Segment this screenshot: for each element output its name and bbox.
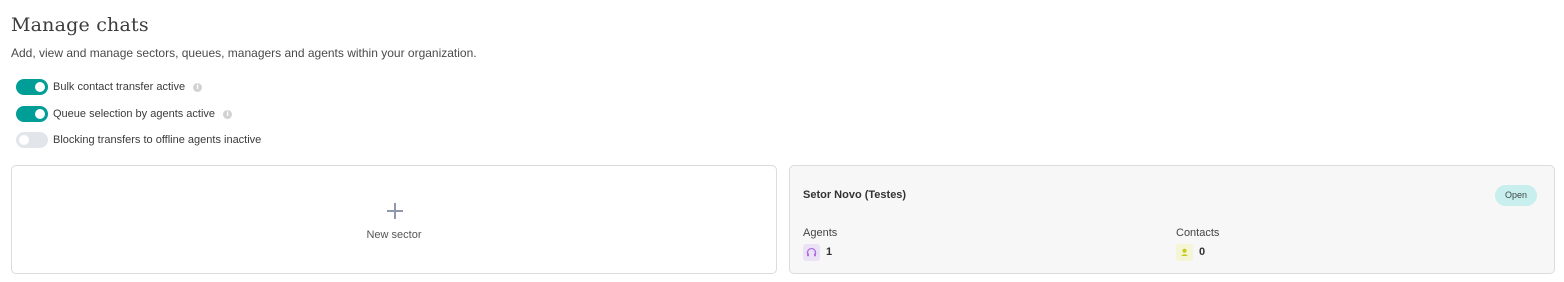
new-sector-button[interactable]: New sector xyxy=(11,165,777,274)
page-subtitle: Add, view and manage sectors, queues, ma… xyxy=(11,46,477,60)
setting-queue-selection: Queue selection by agents active i xyxy=(16,106,233,122)
contacts-count: 0 xyxy=(1199,246,1206,258)
queue-selection-label: Queue selection by agents active xyxy=(53,108,216,120)
bulk-contact-transfer-toggle[interactable] xyxy=(16,79,48,95)
toggle-knob xyxy=(35,82,45,92)
page-title: Manage chats xyxy=(11,14,149,36)
agents-count: 1 xyxy=(826,246,833,258)
agents-label: Agents xyxy=(803,227,838,239)
info-icon[interactable]: i xyxy=(223,109,233,119)
plus-icon xyxy=(387,203,403,219)
headset-icon xyxy=(803,244,820,261)
info-icon[interactable]: i xyxy=(193,82,203,92)
status-badge: Open xyxy=(1495,185,1537,206)
queue-selection-toggle[interactable] xyxy=(16,106,48,122)
contacts-label: Contacts xyxy=(1176,227,1220,239)
new-sector-label: New sector xyxy=(366,229,422,241)
blocking-transfers-label: Blocking transfers to offline agents ina… xyxy=(53,134,262,146)
bulk-contact-transfer-label: Bulk contact transfer active xyxy=(53,81,186,93)
sector-card[interactable]: Setor Novo (Testes) Open Agents 1 Contac… xyxy=(789,165,1555,274)
person-icon xyxy=(1176,244,1193,261)
toggle-knob xyxy=(35,109,45,119)
setting-blocking-transfers: Blocking transfers to offline agents ina… xyxy=(16,132,261,148)
toggle-knob xyxy=(19,135,29,145)
setting-bulk-contact-transfer: Bulk contact transfer active i xyxy=(16,79,203,95)
blocking-transfers-toggle[interactable] xyxy=(16,132,48,148)
sector-name: Setor Novo (Testes) xyxy=(803,189,907,201)
